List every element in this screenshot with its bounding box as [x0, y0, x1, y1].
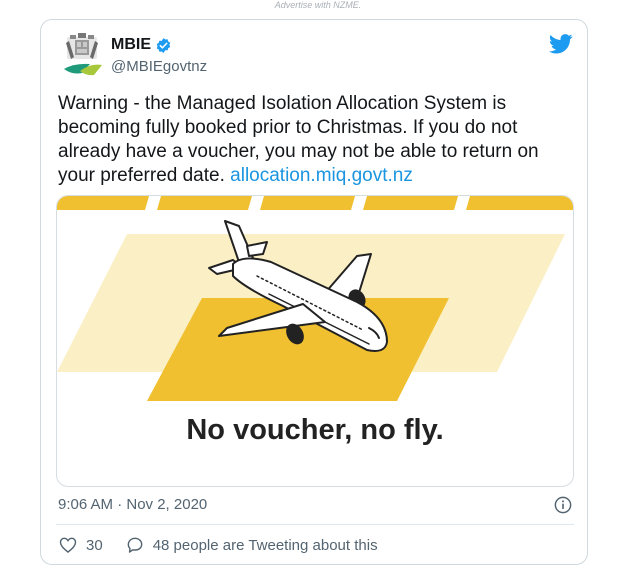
avatar[interactable]	[62, 31, 106, 79]
author-name[interactable]: MBIE	[111, 36, 151, 54]
heart-icon[interactable]	[58, 535, 78, 555]
coat-of-arms-logo	[64, 33, 102, 76]
airplane-illustration: No voucher, no fly.	[57, 196, 573, 446]
media-caption: No voucher, no fly.	[186, 414, 443, 446]
like-action[interactable]: 30	[58, 535, 125, 555]
conversation-text[interactable]: 48 people are Tweeting about this	[153, 537, 378, 554]
runway-stripes	[57, 196, 573, 210]
author-row[interactable]: MBIE	[111, 36, 172, 54]
divider	[56, 524, 574, 525]
like-count: 30	[86, 536, 103, 554]
info-icon[interactable]	[554, 496, 572, 514]
tweet-link[interactable]: allocation.miq.govt.nz	[230, 165, 413, 186]
tweet-actions: 30 48 people are Tweeting about this	[58, 535, 378, 555]
speech-bubble-icon[interactable]	[125, 535, 145, 555]
verified-badge-icon	[156, 37, 171, 53]
twitter-bird-icon[interactable]	[549, 34, 573, 54]
author-handle[interactable]: @MBIEgovtnz	[111, 58, 207, 75]
tweet-media-image[interactable]: No voucher, no fly.	[56, 195, 574, 487]
tweet-timestamp[interactable]: 9:06 AM · Nov 2, 2020	[58, 496, 207, 513]
conversation-action[interactable]: 48 people are Tweeting about this	[125, 535, 378, 555]
advertise-banner: Advertise with NZME.	[274, 0, 362, 10]
tweet-text: Warning - the Managed Isolation Allocati…	[58, 92, 578, 188]
